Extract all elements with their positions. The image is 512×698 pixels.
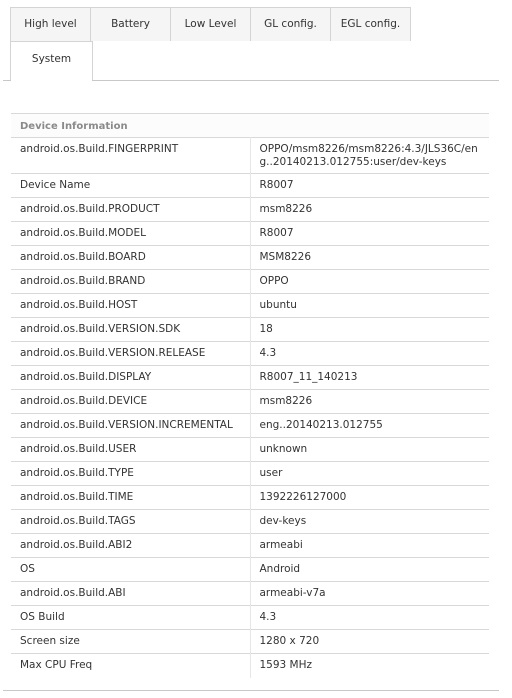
property-value: eng..20140213.012755 [250,413,489,438]
bottom-divider [3,690,499,691]
property-name: android.os.Build.USER [11,437,251,462]
property-name: android.os.Build.TIME [11,485,251,510]
property-name: OS Build [11,605,251,630]
table-row: android.os.Build.FINGERPRINT OPPO/msm8226… [11,137,489,174]
table-row: android.os.Build.TAGS dev-keys [11,509,489,534]
tab-gl-config[interactable]: GL config. [250,7,331,41]
table-row: android.os.Build.VERSION.INCREMENTAL eng.… [11,413,489,438]
property-value: R8007_11_140213 [250,365,489,390]
table-row: OS Build 4.3 [11,605,489,630]
property-value: ubuntu [250,293,489,318]
tab-system[interactable]: System [10,41,93,81]
table-row: android.os.Build.PRODUCT msm8226 [11,197,489,222]
table-row: android.os.Build.BOARD MSM8226 [11,245,489,270]
property-value: msm8226 [250,389,489,414]
property-name: android.os.Build.TYPE [11,461,251,486]
property-value: Android [250,557,489,582]
property-value: msm8226 [250,197,489,222]
section-header: Device Information [11,113,489,138]
table-row: android.os.Build.USER unknown [11,437,489,462]
property-name: android.os.Build.VERSION.INCREMENTAL [11,413,251,438]
property-value: R8007 [250,173,489,198]
tab-bar: High level Battery Low Level GL config. … [0,0,512,82]
table-row: android.os.Build.MODEL R8007 [11,221,489,246]
table-row: android.os.Build.ABI2 armeabi [11,533,489,558]
property-name: Screen size [11,629,251,654]
property-value: 1593 MHz [250,653,489,678]
table-row: Device Name R8007 [11,173,489,198]
table-row: android.os.Build.BRAND OPPO [11,269,489,294]
property-value: armeabi [250,533,489,558]
property-value: unknown [250,437,489,462]
property-value: R8007 [250,221,489,246]
property-name: android.os.Build.TAGS [11,509,251,534]
table-row: android.os.Build.VERSION.RELEASE 4.3 [11,341,489,366]
property-name: Max CPU Freq [11,653,251,678]
property-value: MSM8226 [250,245,489,270]
tab-divider-left [3,80,11,81]
tab-high-level[interactable]: High level [10,7,91,41]
property-name: android.os.Build.PRODUCT [11,197,251,222]
device-info-rows: android.os.Build.FINGERPRINT OPPO/msm8226… [11,137,489,678]
table-row: Max CPU Freq 1593 MHz [11,653,489,678]
property-name: android.os.Build.BOARD [11,245,251,270]
table-row: android.os.Build.DEVICE msm8226 [11,389,489,414]
tab-battery[interactable]: Battery [90,7,171,41]
property-value: 1392226127000 [250,485,489,510]
table-row: android.os.Build.VERSION.SDK 18 [11,317,489,342]
table-row: android.os.Build.TYPE user [11,461,489,486]
table-row: android.os.Build.HOST ubuntu [11,293,489,318]
property-name: OS [11,557,251,582]
property-value: 4.3 [250,605,489,630]
property-name: android.os.Build.VERSION.SDK [11,317,251,342]
property-value: OPPO/msm8226/msm8226:4.3/JLS36C/eng..201… [250,137,489,174]
tab-egl-config[interactable]: EGL config. [330,7,411,41]
table-row: android.os.Build.TIME 1392226127000 [11,485,489,510]
property-name: android.os.Build.ABI2 [11,533,251,558]
table-row: OS Android [11,557,489,582]
property-name: android.os.Build.FINGERPRINT [11,137,251,174]
property-value: armeabi-v7a [250,581,489,606]
property-value: user [250,461,489,486]
property-name: Device Name [11,173,251,198]
property-name: android.os.Build.DEVICE [11,389,251,414]
property-name: android.os.Build.ABI [11,581,251,606]
property-name: android.os.Build.MODEL [11,221,251,246]
table-row: android.os.Build.DISPLAY R8007_11_140213 [11,365,489,390]
property-value: dev-keys [250,509,489,534]
property-name: android.os.Build.BRAND [11,269,251,294]
property-value: 18 [250,317,489,342]
property-value: 1280 x 720 [250,629,489,654]
device-info-table: Device Information android.os.Build.FING… [11,113,489,678]
property-name: android.os.Build.DISPLAY [11,365,251,390]
tab-divider-right [92,80,499,81]
property-value: 4.3 [250,341,489,366]
property-name: android.os.Build.VERSION.RELEASE [11,341,251,366]
property-name: android.os.Build.HOST [11,293,251,318]
property-value: OPPO [250,269,489,294]
table-row: Screen size 1280 x 720 [11,629,489,654]
tab-low-level[interactable]: Low Level [170,7,251,41]
table-row: android.os.Build.ABI armeabi-v7a [11,581,489,606]
